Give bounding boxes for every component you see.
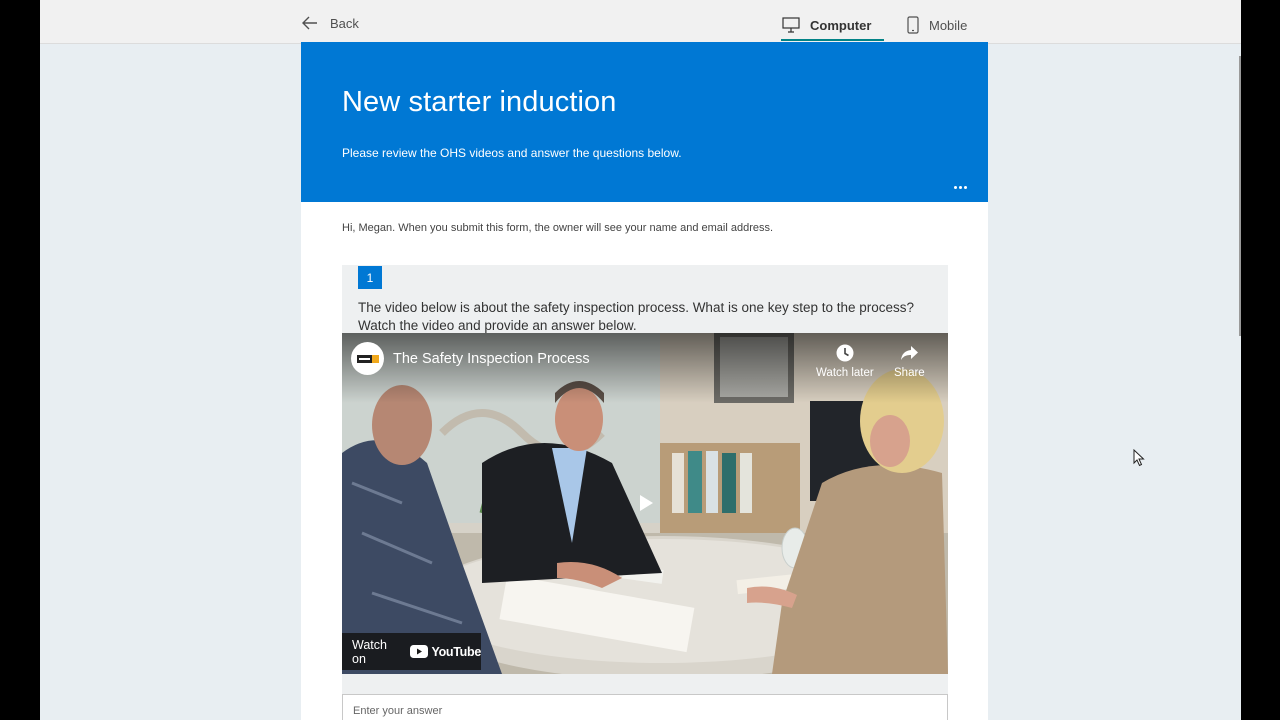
more-options-button[interactable]	[947, 178, 973, 196]
form-card: New starter induction Please review the …	[301, 42, 988, 720]
form-title: New starter induction	[342, 86, 617, 118]
forms-preview-window: Back Computer Mobile New starter inducti…	[40, 0, 1241, 720]
clock-icon	[836, 344, 854, 362]
ellipsis-icon	[953, 185, 957, 189]
back-label: Back	[330, 15, 359, 31]
form-description: Please review the OHS videos and answer …	[342, 146, 682, 160]
youtube-logo: YouTube	[410, 645, 481, 659]
video-title[interactable]: The Safety Inspection Process	[393, 351, 590, 367]
watch-on-youtube-button[interactable]: Watch on YouTube	[342, 633, 481, 670]
tab-mobile[interactable]: Mobile	[907, 10, 967, 40]
page-scrollbar[interactable]	[1239, 56, 1241, 336]
embedded-video-player[interactable]: The Safety Inspection Process Watch late…	[342, 333, 948, 674]
phone-icon	[907, 16, 919, 34]
form-header-banner: New starter induction Please review the …	[301, 42, 988, 202]
question-card: 1 The video below is about the safety in…	[342, 265, 948, 720]
question-number-badge: 1	[358, 266, 382, 289]
channel-logo-icon	[356, 354, 379, 363]
question-text: The video below is about the safety insp…	[358, 300, 915, 333]
identity-notice: Hi, Megan. When you submit this form, th…	[342, 222, 774, 234]
back-arrow-icon	[302, 16, 317, 30]
tab-mobile-label: Mobile	[929, 17, 968, 33]
share-arrow-icon	[901, 346, 919, 360]
tab-computer-label: Computer	[810, 17, 872, 33]
answer-input[interactable]	[342, 694, 948, 720]
youtube-wordmark: YouTube	[431, 644, 481, 659]
preview-toolbar: Back Computer Mobile	[40, 0, 1241, 44]
channel-logo[interactable]	[351, 342, 384, 375]
watch-later-label: Watch later	[816, 367, 874, 379]
watch-later-button[interactable]: Watch later	[816, 343, 874, 379]
play-button[interactable]	[628, 489, 664, 517]
share-label: Share	[894, 367, 925, 379]
monitor-icon	[782, 17, 800, 33]
share-button[interactable]: Share	[894, 343, 925, 379]
watch-on-label: Watch on	[352, 637, 387, 666]
back-button[interactable]: Back	[302, 12, 359, 34]
youtube-logo-icon	[410, 645, 429, 658]
tab-computer[interactable]: Computer	[780, 10, 885, 41]
mouse-cursor-icon	[1133, 449, 1145, 467]
play-icon	[640, 495, 653, 511]
